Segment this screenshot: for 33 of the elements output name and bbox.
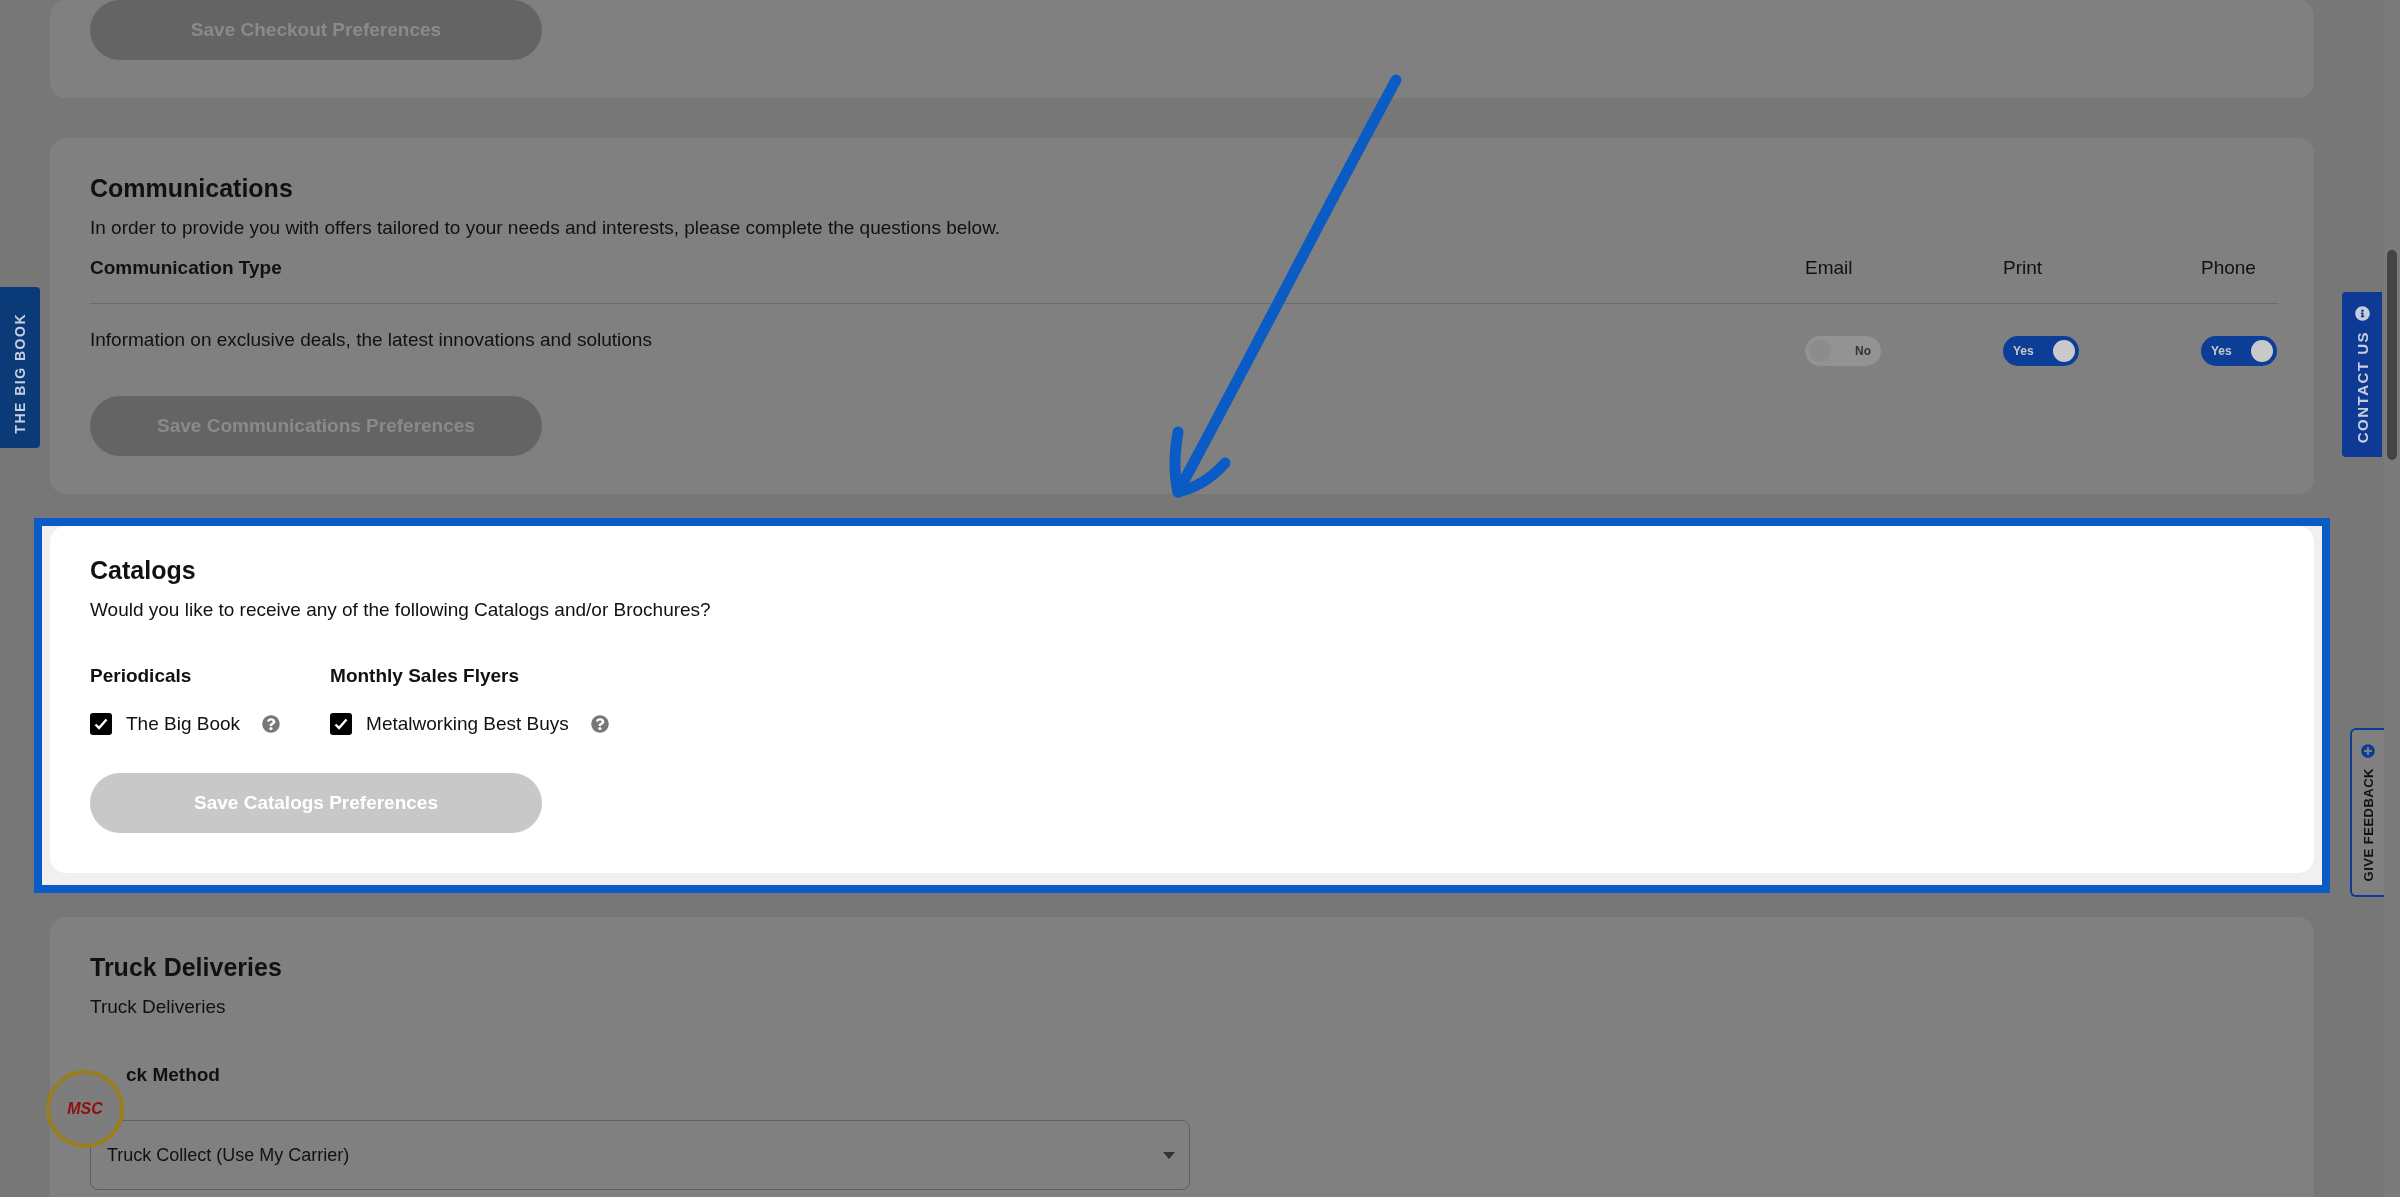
- toggle-switch[interactable]: Yes: [2003, 336, 2079, 366]
- section-title: Truck Deliveries: [90, 953, 283, 982]
- plus-icon: [2361, 744, 2375, 758]
- info-icon: [2354, 306, 2370, 321]
- checkbox-label: The Big Book: [126, 713, 241, 735]
- toggle-switch[interactable]: Yes: [2201, 336, 2277, 366]
- column-header: Phone: [2201, 257, 2256, 278]
- side-tab[interactable]: THE BIG BOOK: [0, 287, 40, 448]
- group-heading: Monthly Sales Flyers: [330, 665, 521, 687]
- column-header: Communication Type: [90, 257, 282, 278]
- dropdown-caret-icon: [1163, 1151, 1175, 1159]
- checkbox[interactable]: [330, 713, 353, 735]
- section-description: Would you like to receive any of the following Catalogs and/or Brochures?: [90, 599, 712, 621]
- side-tab[interactable]: GIVE FEEDBACK: [2350, 728, 2384, 898]
- toggle-switch[interactable]: No: [1805, 336, 1881, 366]
- row-label: Information on exclusive deals, the latest innovations and solutions: [90, 329, 652, 351]
- field-label: ck Method: [126, 1064, 221, 1086]
- scrollbar-thumb[interactable]: [2387, 250, 2397, 460]
- side-tab[interactable]: CONTACT US: [2342, 292, 2382, 458]
- column-header: Email: [1805, 257, 1853, 278]
- help-icon[interactable]: [590, 715, 609, 733]
- section-description: In order to provide you with offers tailored to your needs and interests, please complete the questions below.: [90, 217, 1002, 239]
- checkbox[interactable]: [90, 713, 112, 735]
- column-header: Print: [2003, 257, 2043, 278]
- checkmark-icon: [94, 718, 108, 730]
- section-description: Truck Deliveries: [90, 996, 227, 1018]
- select-field[interactable]: Truck Collect (Use My Carrier): [90, 1120, 1190, 1190]
- checkmark-icon: [334, 718, 349, 730]
- section-title: Catalogs: [90, 556, 197, 585]
- section-title: Communications: [90, 174, 294, 203]
- checkbox-label: Metalworking Best Buys: [366, 713, 569, 735]
- help-icon[interactable]: [262, 715, 281, 733]
- group-heading: Periodicals: [90, 665, 193, 687]
